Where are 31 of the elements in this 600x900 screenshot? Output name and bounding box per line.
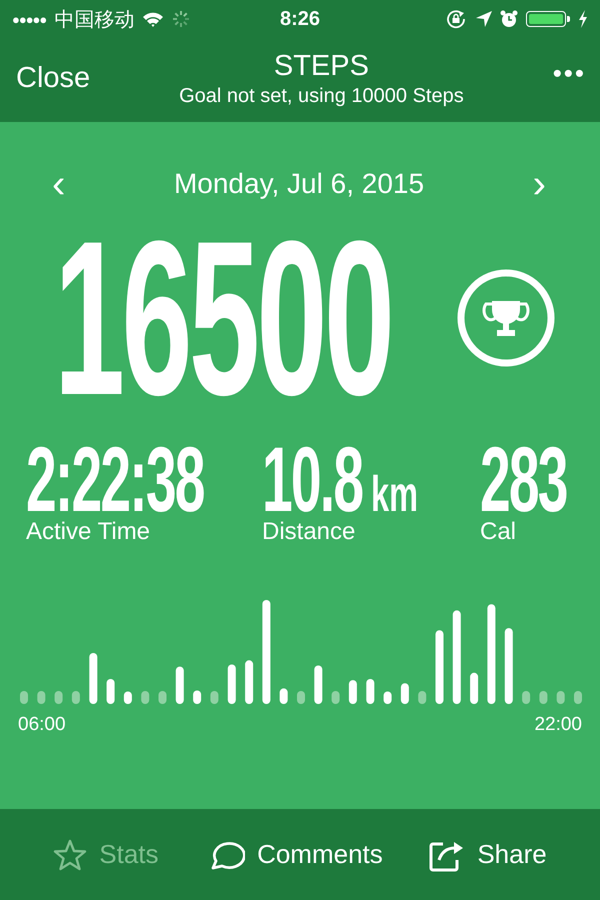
- metric-label: Distance: [262, 518, 356, 546]
- status-time: 8:26: [278, 8, 322, 30]
- wifi-icon: [142, 11, 164, 27]
- step-count: 16500: [54, 232, 392, 404]
- metric-value: 283: [480, 444, 567, 516]
- date-label: Monday, Jul 6, 2015: [174, 168, 424, 200]
- toolbar-comments-button[interactable]: Comments: [205, 838, 383, 872]
- battery-icon: [526, 11, 566, 27]
- previous-day-button[interactable]: ‹: [44, 164, 74, 204]
- next-day-button[interactable]: ›: [524, 164, 554, 204]
- goal-subtitle: Goal not set, using 10000 Steps: [178, 85, 465, 108]
- trophy-icon: [456, 268, 556, 368]
- metric-value: 10.8: [262, 444, 362, 516]
- more-button[interactable]: •••: [552, 58, 586, 89]
- spinner-icon: [172, 10, 190, 28]
- alarm-clock-icon: [500, 10, 518, 28]
- carrier-name: 中国移动: [54, 8, 134, 32]
- axis-label: 06:00: [18, 714, 66, 736]
- metric-value: 2:22:38: [26, 444, 204, 516]
- location-arrow-icon: [476, 11, 492, 27]
- metric-label: Active Time: [26, 518, 152, 546]
- metric-unit: km: [371, 465, 418, 523]
- star-icon: [53, 838, 88, 872]
- axis-label: 22:00: [534, 714, 582, 736]
- close-button[interactable]: Close: [16, 62, 90, 95]
- rotation-lock-icon: [446, 9, 468, 29]
- screen-title: STEPS: [272, 50, 370, 83]
- toolbar-share-button[interactable]: Share: [429, 838, 547, 872]
- signal-dots: ●●●●●: [12, 12, 46, 26]
- metric-label: Cal: [480, 518, 518, 546]
- charging-bolt-icon: [578, 10, 588, 28]
